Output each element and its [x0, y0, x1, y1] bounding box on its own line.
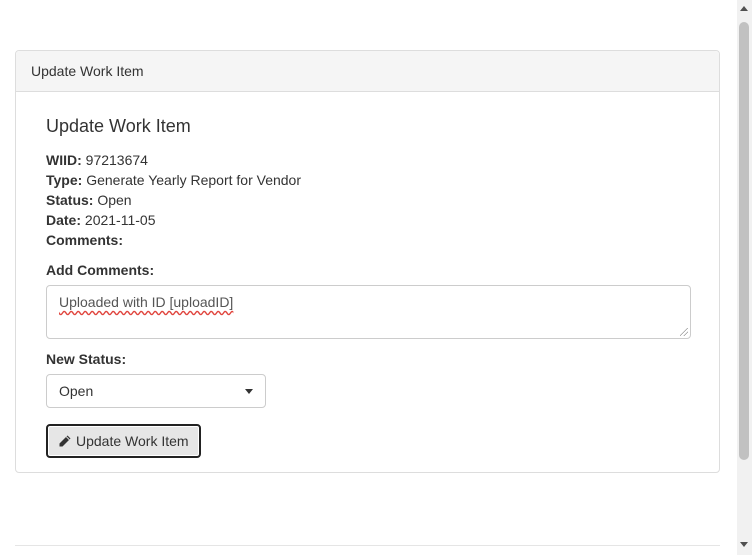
caret-down-icon: [245, 389, 253, 394]
status-line: Status: Open: [46, 190, 689, 210]
scroll-thumb[interactable]: [739, 22, 749, 460]
add-comments-label: Add Comments:: [46, 262, 155, 278]
panel-body: Update Work Item WIID: 97213674 Type: Ge…: [16, 116, 719, 458]
wiid-value: 97213674: [85, 152, 148, 168]
new-status-label: New Status:: [46, 351, 127, 367]
add-comments-textarea[interactable]: Uploaded with ID [uploadID]: [46, 285, 691, 339]
date-label: Date:: [46, 212, 82, 228]
work-item-panel: Update Work Item Update Work Item WIID: …: [15, 50, 720, 473]
form-title: Update Work Item: [46, 116, 191, 136]
scroll-up-icon[interactable]: [740, 6, 748, 11]
type-line: Type: Generate Yearly Report for Vendor: [46, 170, 689, 190]
update-work-item-button[interactable]: Update Work Item: [46, 424, 201, 458]
new-status-select[interactable]: Open: [46, 374, 266, 408]
vertical-scrollbar[interactable]: [737, 0, 752, 555]
type-label: Type:: [46, 172, 83, 188]
type-value: Generate Yearly Report for Vendor: [86, 172, 302, 188]
scroll-down-icon[interactable]: [740, 542, 748, 547]
status-label: Status:: [46, 192, 94, 208]
pencil-icon: [59, 435, 71, 447]
wiid-line: WIID: 97213674: [46, 150, 689, 170]
date-line: Date: 2021-11-05: [46, 210, 689, 230]
divider: [15, 545, 720, 546]
comments-label: Comments:: [46, 232, 124, 248]
panel-heading: Update Work Item: [16, 51, 719, 92]
comments-line: Comments:: [46, 230, 689, 250]
wiid-label: WIID:: [46, 152, 82, 168]
add-comments-text: Uploaded with ID [uploadID]: [59, 294, 234, 310]
update-work-item-label: Update Work Item: [76, 433, 189, 449]
status-value: Open: [97, 192, 132, 208]
resize-handle-icon[interactable]: [680, 328, 688, 336]
date-value: 2021-11-05: [84, 212, 156, 228]
new-status-selected: Open: [59, 383, 94, 399]
